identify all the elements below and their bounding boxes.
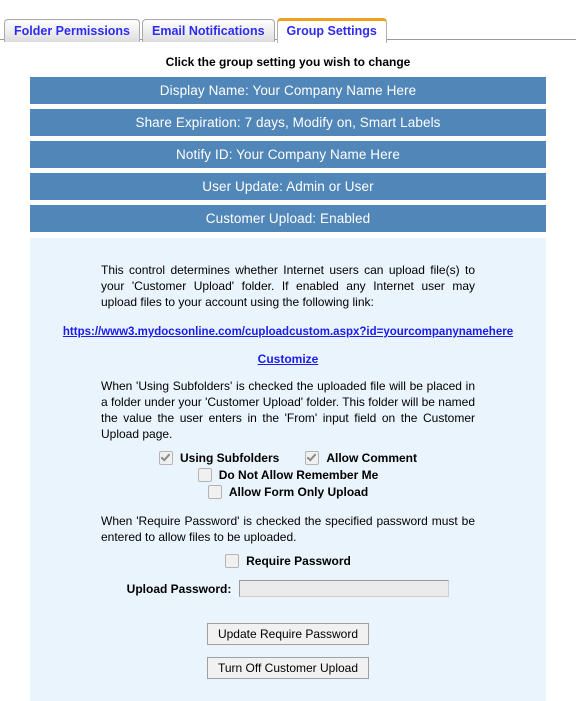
upload-link-row: https://www3.mydocsonline.com/cuploadcus… xyxy=(30,324,546,338)
upload-options-group: Using Subfolders Allow Comment Do Not Al… xyxy=(30,451,546,499)
using-subfolders-label: Using Subfolders xyxy=(179,451,280,465)
customer-upload-panel: This control determines whether Internet… xyxy=(30,238,546,701)
page-instruction: Click the group setting you wish to chan… xyxy=(165,55,411,69)
upload-password-row: Upload Password: xyxy=(30,580,546,597)
setting-bar-display-name[interactable]: Display Name: Your Company Name Here xyxy=(30,77,546,104)
tab-group-settings[interactable]: Group Settings xyxy=(276,18,387,43)
customer-upload-url-link[interactable]: https://www3.mydocsonline.com/cuploadcus… xyxy=(63,326,513,338)
tab-label: Group Settings xyxy=(286,24,377,38)
checkbox-row-remember-me: Do Not Allow Remember Me xyxy=(30,468,546,482)
update-require-password-row: Update Require Password xyxy=(30,623,546,645)
tab-folder-permissions[interactable]: Folder Permissions xyxy=(4,19,141,42)
setting-bar-customer-upload[interactable]: Customer Upload: Enabled xyxy=(30,205,546,232)
allow-form-only-upload-label: Allow Form Only Upload xyxy=(228,485,369,499)
turn-off-customer-upload-button[interactable]: Turn Off Customer Upload xyxy=(206,657,370,679)
tab-email-notifications[interactable]: Email Notifications xyxy=(142,19,275,42)
require-password-group: Require Password xyxy=(30,554,546,568)
checkbox-row-form-only: Allow Form Only Upload xyxy=(30,485,546,499)
setting-bar-share-expiration[interactable]: Share Expiration: 7 days, Modify on, Sma… xyxy=(30,109,546,136)
subfolders-description-paragraph: When 'Using Subfolders' is checked the u… xyxy=(101,379,475,441)
require-password-description-paragraph: When 'Require Password' is checked the s… xyxy=(101,514,475,544)
upload-password-label: Upload Password: xyxy=(126,581,232,596)
allow-form-only-upload-checkbox[interactable] xyxy=(207,485,222,499)
allow-comment-label: Allow Comment xyxy=(326,451,417,465)
tab-list: Folder Permissions Email Notifications G… xyxy=(4,18,576,43)
update-require-password-button[interactable]: Update Require Password xyxy=(206,623,370,645)
turn-off-customer-upload-row: Turn Off Customer Upload xyxy=(30,657,546,679)
do-not-allow-remember-me-checkbox[interactable] xyxy=(197,468,212,482)
page-body: Click the group setting you wish to chan… xyxy=(0,40,576,701)
customize-link[interactable]: Customize xyxy=(258,352,319,366)
checkbox-row-require-password: Require Password xyxy=(30,554,546,568)
require-password-label: Require Password xyxy=(246,554,351,568)
upload-description-paragraph: This control determines whether Internet… xyxy=(101,263,475,309)
checkbox-row-top: Using Subfolders Allow Comment xyxy=(30,451,546,465)
setting-bar-user-update[interactable]: User Update: Admin or User xyxy=(30,173,546,200)
tab-label: Email Notifications xyxy=(152,24,265,38)
do-not-allow-remember-me-label: Do Not Allow Remember Me xyxy=(218,468,379,482)
allow-comment-checkbox[interactable] xyxy=(305,451,320,465)
upload-password-input[interactable] xyxy=(239,580,450,597)
tab-label: Folder Permissions xyxy=(14,24,131,38)
setting-bar-notify-id[interactable]: Notify ID: Your Company Name Here xyxy=(30,141,546,168)
using-subfolders-checkbox[interactable] xyxy=(158,451,173,465)
setting-bar-list: Display Name: Your Company Name Here Sha… xyxy=(0,77,576,232)
require-password-checkbox[interactable] xyxy=(225,554,240,568)
tab-strip: Folder Permissions Email Notifications G… xyxy=(0,0,576,43)
customize-link-row: Customize xyxy=(30,352,546,366)
